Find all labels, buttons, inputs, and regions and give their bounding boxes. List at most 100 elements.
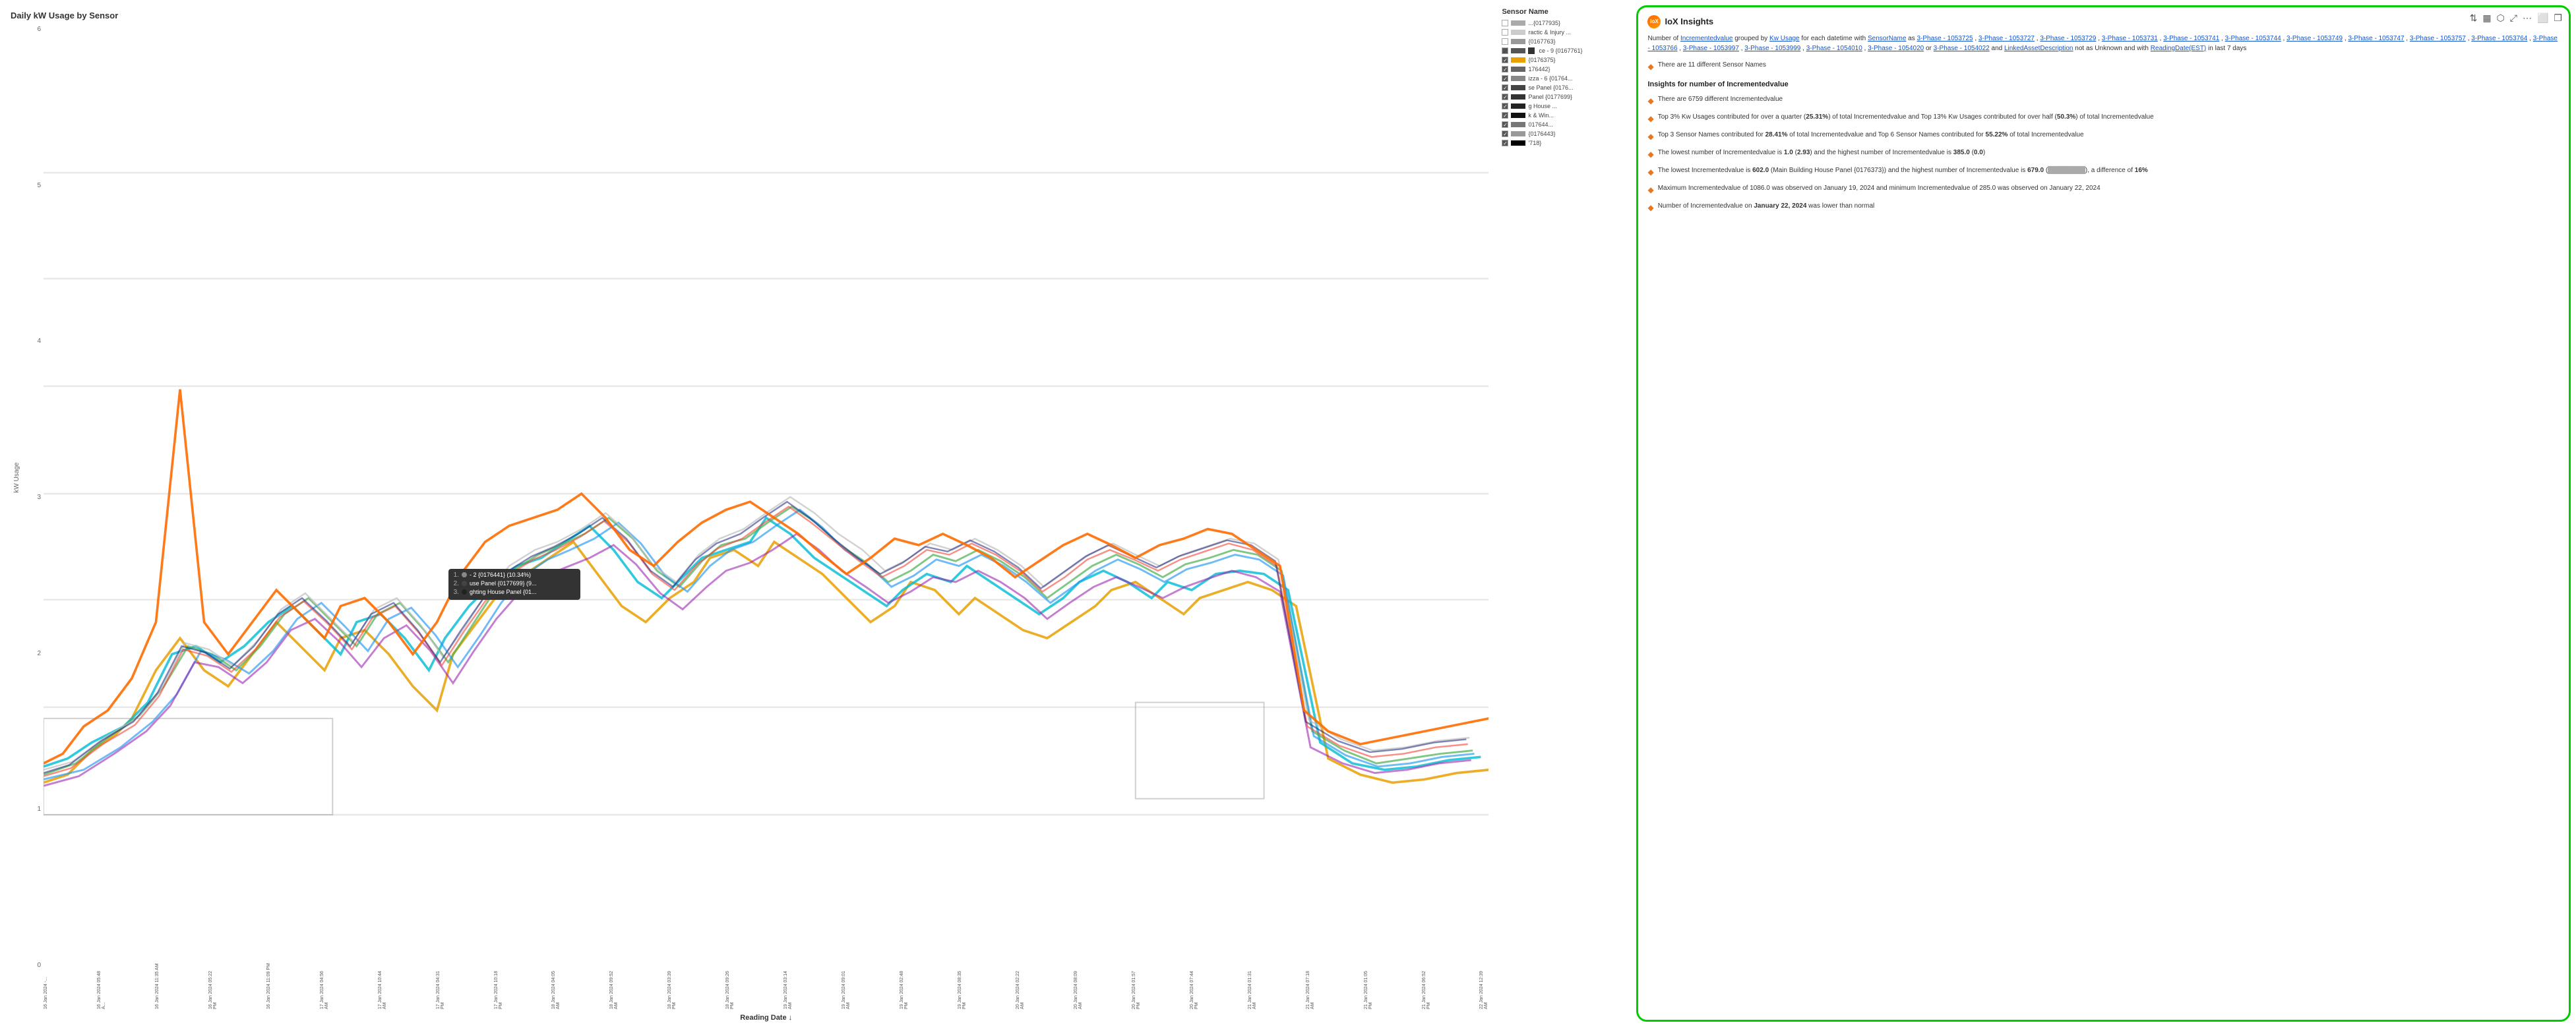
legend-item-0[interactable]: ...{0177935} [1502, 20, 1628, 26]
link-3phase-1054010[interactable]: 3-Phase - 1054010 [1806, 45, 1862, 52]
link-3phase-1053747[interactable]: 3-Phase - 1053747 [2348, 35, 2404, 42]
link-jan22[interactable]: January 22, 2024 [1754, 202, 1806, 210]
tooltip-rank-2: 2. [454, 580, 459, 587]
diamond-icon-4: ◆ [1647, 148, 1653, 160]
legend-item-5[interactable]: ✓ 176442} [1502, 66, 1628, 73]
window-icon[interactable]: ⬜ [2537, 11, 2548, 25]
x-label-15: 19 Jan 2024 02:48 PM [900, 963, 909, 1009]
copy-icon[interactable]: ❐ [2554, 11, 2562, 25]
link-3phase-1053749[interactable]: 3-Phase - 1053749 [2286, 35, 2343, 42]
x-axis-container: 16 Jan 2024 -... 16 Jan 2024 05:48 A... … [44, 963, 1488, 1012]
y-tick-4: 4 [37, 337, 41, 345]
link-linkedasset[interactable]: LinkedAssetDescription [2004, 45, 2073, 52]
diamond-icon-2: ◆ [1647, 113, 1653, 125]
legend-checkbox-9[interactable]: ✓ [1502, 103, 1508, 109]
link-top3-kw[interactable]: Top 3% [1658, 113, 1680, 121]
legend-checkbox-13[interactable]: ✓ [1502, 140, 1508, 146]
stat-bullet3: ◆ Top 3 Sensor Names contributed for 28.… [1647, 130, 2560, 142]
legend-item-11[interactable]: ✓ 017644... [1502, 121, 1628, 128]
x-label-17: 20 Jan 2024 02:22 AM [1016, 963, 1025, 1009]
legend-text-6: izza - 6 {01764... [1528, 75, 1572, 82]
link-3phase-1053757[interactable]: 3-Phase - 1053757 [2410, 35, 2466, 42]
link-3phase-1053731[interactable]: 3-Phase - 1053731 [2102, 35, 2158, 42]
link-3phase-1053744[interactable]: 3-Phase - 1053744 [2225, 35, 2281, 42]
stat-bullet2-text: Top 3% Kw Usages contributed for over a … [1658, 112, 2154, 122]
stat-bullet5: ◆ The lowest Incrementedvalue is 602.0 (… [1647, 165, 2560, 178]
y-tick-2: 2 [37, 650, 41, 657]
stat-bullet6-text: Maximum Incrementedvalue of 1086.0 was o… [1658, 183, 2101, 193]
x-label-16: 19 Jan 2024 08:35 PM [958, 963, 967, 1009]
legend-item-3[interactable]: ✓ ce - 9 {0167761} [1502, 47, 1628, 54]
x-label-9: 18 Jan 2024 04:05 AM [551, 963, 561, 1009]
legend-checkbox-1[interactable] [1502, 29, 1508, 36]
link-top13-kw[interactable]: Top 13% [1921, 113, 1947, 121]
stat-bullet1: ◆ There are 6759 different Incrementedva… [1647, 94, 2560, 107]
x-label-22: 21 Jan 2024 07:18 AM [1306, 963, 1315, 1009]
legend-item-7[interactable]: ✓ se Panel {0176... [1502, 84, 1628, 91]
x-label-20: 20 Jan 2024 07:44 PM [1190, 963, 1199, 1009]
legend-item-2[interactable]: {0167763} [1502, 38, 1628, 45]
diamond-icon-7: ◆ [1647, 202, 1653, 214]
legend-checkbox-4[interactable]: ✓ [1502, 57, 1508, 63]
y-axis-label: kW Usage [13, 462, 20, 492]
tooltip-row-1: 1. - 2 {0176441} (10.34%) [454, 572, 575, 579]
link-incrementedvalue[interactable]: Incrementedvalue [1680, 35, 1733, 42]
legend-checkbox-6[interactable]: ✓ [1502, 75, 1508, 82]
link-3phase-1053999[interactable]: 3-Phase - 1053999 [1744, 45, 1800, 52]
legend-item-9[interactable]: ✓ g House ... [1502, 103, 1628, 109]
link-3phase-1053729[interactable]: 3-Phase - 1053729 [2040, 35, 2096, 42]
legend-color-2 [1511, 39, 1525, 44]
x-axis-title: Reading Date ↓ [44, 1014, 1488, 1022]
legend-item-12[interactable]: ✓ {0176443} [1502, 131, 1628, 137]
link-3phase-1053764[interactable]: 3-Phase - 1053764 [2471, 35, 2527, 42]
x-label-19: 20 Jan 2024 01:57 PM [1132, 963, 1141, 1009]
legend-text-3: ce - 9 {0167761} [1539, 47, 1582, 54]
legend-item-4[interactable]: ✓ {0176375} [1502, 57, 1628, 63]
link-3phase-1053741[interactable]: 3-Phase - 1053741 [2163, 35, 2219, 42]
share-icon[interactable]: ⬡ [2497, 11, 2505, 25]
y-tick-6: 6 [37, 26, 41, 33]
y-tick-0: 0 [37, 962, 41, 969]
tooltip-dot-3 [462, 589, 467, 595]
legend-checkbox-7[interactable]: ✓ [1502, 84, 1508, 91]
legend-checkbox-11[interactable]: ✓ [1502, 121, 1508, 128]
link-top6-sensors[interactable]: Top 6 [1878, 131, 1894, 138]
x-label-18: 20 Jan 2024 08:09 AM [1074, 963, 1083, 1009]
legend-checkbox-8[interactable]: ✓ [1502, 94, 1508, 100]
chart-svg [44, 26, 1488, 962]
legend-item-6[interactable]: ✓ izza - 6 {01764... [1502, 75, 1628, 82]
link-top3-sensors[interactable]: Top 3 [1658, 131, 1674, 138]
legend-color-1 [1511, 30, 1525, 35]
link-main-building[interactable]: Main Building House Panel {0176373} [1773, 167, 1884, 174]
legend-checkbox-3[interactable]: ✓ [1502, 47, 1508, 54]
link-readingdate[interactable]: ReadingDate(EST) [2151, 45, 2206, 52]
legend-checkbox-0[interactable] [1502, 20, 1508, 26]
legend-item-8[interactable]: ✓ Panel {0177699} [1502, 94, 1628, 100]
link-sensorname[interactable]: SensorName [1868, 35, 1906, 42]
link-3phase-1053997[interactable]: 3-Phase - 1053997 [1683, 45, 1739, 52]
legend-checkbox-5[interactable]: ✓ [1502, 66, 1508, 73]
y-tick-3: 3 [37, 494, 41, 501]
legend-checkbox-12[interactable]: ✓ [1502, 131, 1508, 137]
link-3phase-1054022[interactable]: 3-Phase - 1054022 [1934, 45, 1990, 52]
sort-icon[interactable]: ⇅ [2470, 11, 2478, 25]
more-icon[interactable]: ⋯ [2523, 11, 2532, 25]
x-label-11: 18 Jan 2024 03:39 PM [667, 963, 677, 1009]
stat-bullet4-text: The lowest number of Incrementedvalue is… [1658, 148, 1985, 158]
link-3phase-1053725[interactable]: 3-Phase - 1053725 [1917, 35, 1973, 42]
legend-checkbox-2[interactable] [1502, 38, 1508, 45]
legend-item-13[interactable]: ✓ '718} [1502, 140, 1628, 146]
expand-icon[interactable]: ⤢ [2510, 11, 2517, 25]
link-3phase-1054020[interactable]: 3-Phase - 1054020 [1868, 45, 1924, 52]
link-3phase-1053727[interactable]: 3-Phase - 1053727 [1978, 35, 2035, 42]
legend-checkbox-10[interactable]: ✓ [1502, 112, 1508, 119]
stat-bullet4: ◆ The lowest number of Incrementedvalue … [1647, 148, 2560, 160]
tooltip-row-3: 3. ghting House Panel {01... [454, 589, 575, 596]
stat-bullet3-text: Top 3 Sensor Names contributed for 28.41… [1658, 130, 2084, 140]
tooltip-text-3: ghting House Panel {01... [470, 589, 537, 595]
top-bar: ⇅ ▦ ⬡ ⤢ ⋯ ⬜ ❐ [2470, 11, 2562, 25]
bar-chart-icon[interactable]: ▦ [2482, 11, 2491, 25]
legend-item-1[interactable]: ractic & Injury ... [1502, 29, 1628, 36]
link-kw-usage[interactable]: Kw Usage [1769, 35, 1800, 42]
legend-item-10[interactable]: ✓ k & Win... [1502, 112, 1628, 119]
